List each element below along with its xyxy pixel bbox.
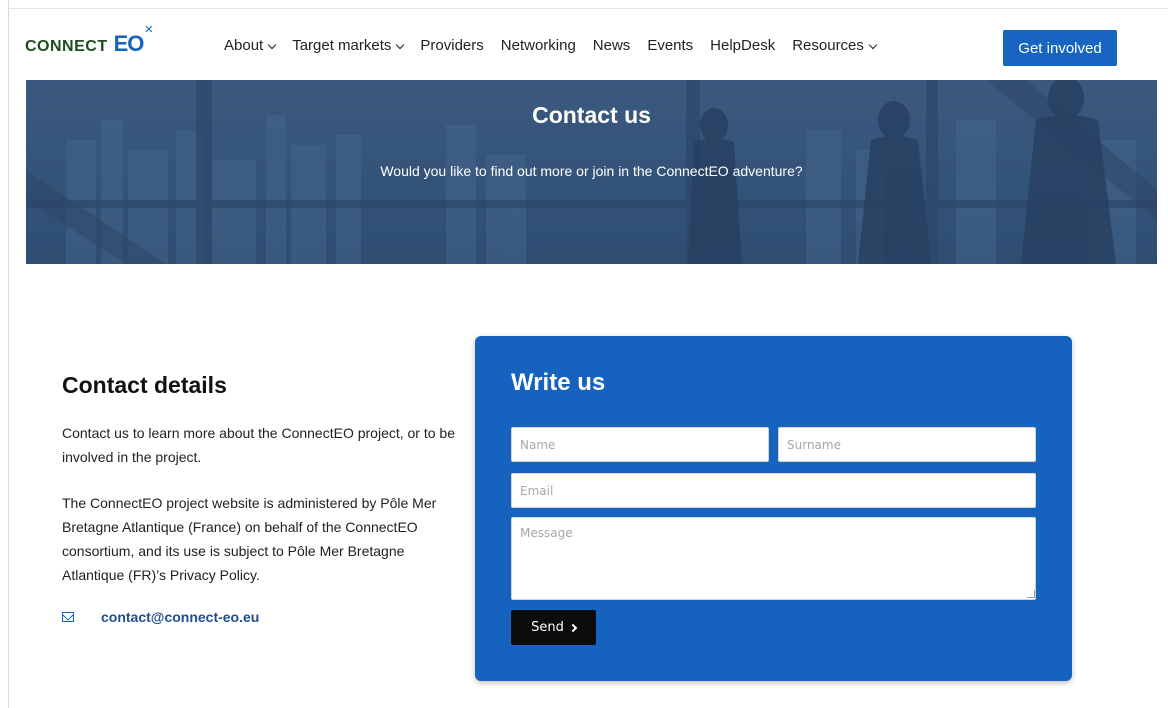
site-header: CONNECT EO ✕ About Target markets Provid… [9, 9, 1168, 81]
nav-item-helpdesk[interactable]: HelpDesk [710, 37, 775, 54]
page-title: Contact us [532, 102, 651, 128]
contact-details-section: Contact details Contact us to learn more… [62, 372, 462, 625]
nav-item-news[interactable]: News [593, 37, 631, 54]
contact-details-heading: Contact details [62, 372, 227, 398]
chevron-down-icon [267, 40, 277, 49]
mail-icon [62, 612, 74, 622]
surname-input[interactable] [778, 427, 1036, 462]
privacy-text: The ConnectEO project website is adminis… [62, 495, 437, 583]
nav-item-networking[interactable]: Networking [501, 37, 576, 54]
resize-handle-icon[interactable] [1027, 590, 1035, 598]
nav-item-target-markets[interactable]: Target markets [292, 37, 405, 54]
chevron-down-icon [868, 40, 878, 49]
chevron-right-icon [568, 623, 578, 632]
nav-item-label: HelpDesk [710, 37, 776, 54]
nav-item-label: News [592, 37, 631, 54]
get-involved-button[interactable]: Get involved [1003, 30, 1117, 66]
message-textarea[interactable] [511, 517, 1036, 600]
email-row: contact@connect-eo.eu [62, 609, 462, 625]
page-subtitle: Would you like to find out more or join … [380, 163, 803, 179]
nav-item-resources[interactable]: Resources [792, 37, 878, 54]
logo-star-icon: ✕ [144, 24, 153, 36]
contact-form-card: Write us Send [475, 336, 1072, 681]
window-edge-left [8, 0, 9, 708]
email-link[interactable]: contact@connect-eo.eu [101, 609, 259, 625]
form-heading: Write us [511, 369, 606, 396]
logo-mark: EO ✕ [113, 24, 154, 57]
send-button[interactable]: Send [511, 610, 596, 645]
nav-item-providers[interactable]: Providers [420, 37, 483, 54]
nav-item-label: Events [647, 37, 694, 54]
send-button-label: Send [531, 620, 564, 635]
chevron-down-icon [396, 40, 405, 49]
nav-item-label: About [224, 37, 264, 54]
site-logo[interactable]: CONNECT EO ✕ [25, 24, 154, 57]
nav-item-label: Target markets [292, 37, 392, 54]
logo-mark-text: EO [113, 31, 145, 56]
name-input[interactable] [511, 427, 769, 462]
email-input[interactable] [511, 473, 1036, 508]
nav-item-about[interactable]: About [224, 37, 277, 54]
contact-intro-text: Contact us to learn more about the Conne… [62, 425, 455, 465]
main-nav: About Target markets Providers Networkin… [224, 37, 893, 54]
hero-banner: Contact us Would you like to find out mo… [26, 80, 1157, 264]
nav-item-events[interactable]: Events [647, 37, 693, 54]
nav-item-label: Networking [500, 37, 576, 54]
logo-wordmark: CONNECT [25, 38, 108, 55]
nav-item-label: Providers [420, 37, 484, 54]
nav-item-label: Resources [792, 37, 864, 54]
